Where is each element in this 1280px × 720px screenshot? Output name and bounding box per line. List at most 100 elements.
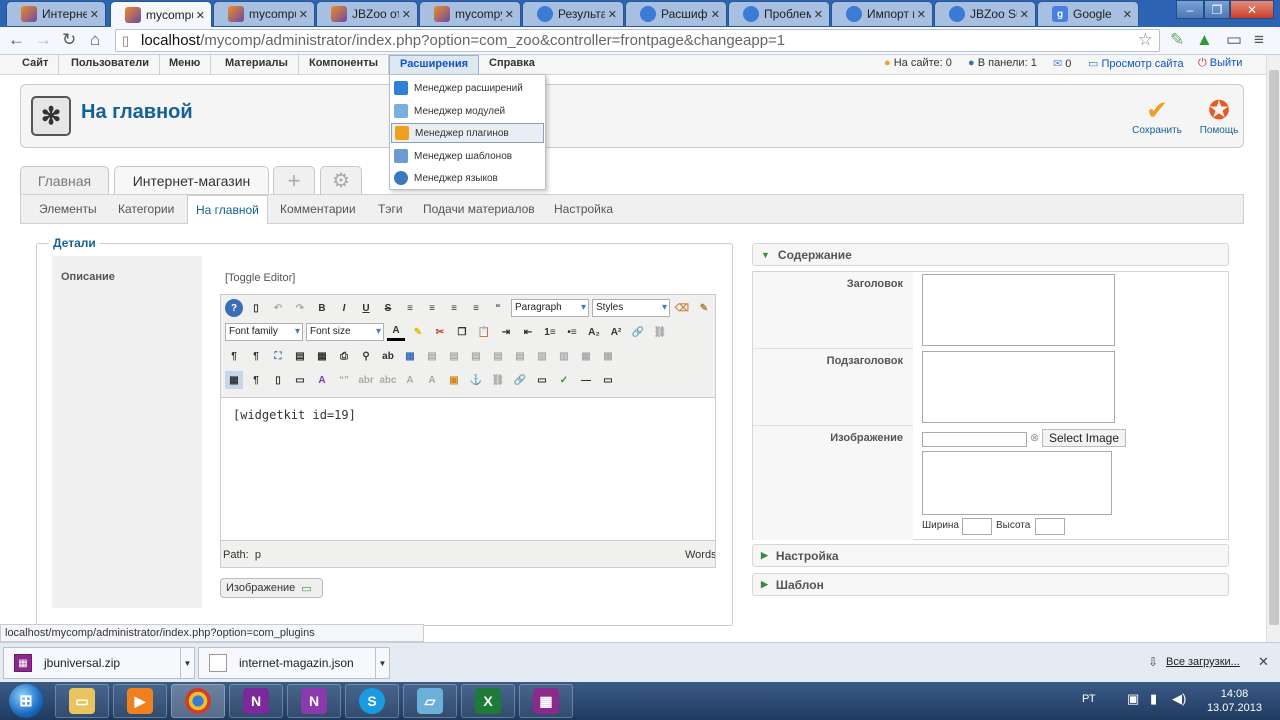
show-blocks-icon[interactable]: ¶ (247, 371, 265, 389)
link-icon[interactable]: 🔗 (629, 323, 647, 341)
italic-icon[interactable]: I (335, 299, 353, 317)
close-icon[interactable]: ✕ (814, 8, 823, 21)
tab-internet-shop[interactable]: Интернет-магазин (114, 166, 269, 194)
reader-icon[interactable]: ▭ (1226, 30, 1242, 50)
new-document-icon[interactable]: ▯ (247, 299, 265, 317)
horizontal-rule-icon[interactable]: ― (577, 371, 595, 389)
align-justify-icon[interactable]: ≡ (467, 299, 485, 317)
editor-content-area[interactable]: [widgetkit id=19] (221, 397, 715, 541)
extension-pen-icon[interactable]: ✎ (1170, 30, 1184, 50)
highlight-color-icon[interactable]: ✎ (409, 323, 427, 341)
minimize-icon[interactable]: – (1176, 0, 1204, 19)
image-path-input[interactable] (922, 432, 1027, 447)
menu-users[interactable]: Пользователи (61, 55, 161, 75)
image-button[interactable]: Изображение ▭ (220, 578, 323, 598)
download-item[interactable]: ▦ jbuniversal.zip ▼ (3, 647, 195, 679)
close-icon[interactable]: ✕ (90, 8, 99, 21)
volume-icon[interactable]: ◀) (1172, 691, 1186, 707)
menu-help[interactable]: Справка (479, 55, 545, 75)
media-icon[interactable]: ▭ (599, 371, 617, 389)
menu-extensions[interactable]: Расширения (389, 55, 480, 75)
google-drive-icon[interactable]: ▲ (1196, 30, 1213, 50)
redo-icon[interactable]: ↷ (291, 299, 309, 317)
close-icon[interactable]: ✕ (711, 8, 720, 21)
content-section-header[interactable]: ▼ Содержание (752, 243, 1229, 266)
taskbar-app[interactable]: ▭ (55, 684, 109, 718)
indent-icon[interactable]: ⇥ (497, 323, 515, 341)
unlink2-icon[interactable]: ⛓ (489, 371, 507, 389)
window-close-icon[interactable]: ✕ (1230, 0, 1274, 19)
home-icon[interactable]: ⌂ (90, 30, 100, 50)
eraser-icon[interactable]: ⌫ (673, 299, 691, 317)
close-icon[interactable]: ✕ (917, 8, 926, 21)
logout-link[interactable]: ⏻ Выйти (1198, 57, 1242, 70)
visual-aid-icon[interactable]: ▦ (225, 371, 243, 389)
dropdown-item-language-manager[interactable]: Менеджер языков (391, 168, 544, 188)
copy-icon[interactable]: ❐ (453, 323, 471, 341)
view-site-link[interactable]: ▭ Просмотр сайта (1088, 57, 1184, 70)
browser-tab[interactable]: JBZoo Sup✕ (934, 1, 1036, 27)
subnav-comments[interactable]: Комментарии (280, 195, 356, 224)
help-icon[interactable]: ? (225, 299, 243, 317)
chevron-down-icon[interactable]: ▼ (375, 648, 389, 678)
text-color-icon[interactable]: A (387, 323, 405, 341)
insert-row-after-icon[interactable]: ▤ (489, 347, 507, 365)
subscript-icon[interactable]: A₂ (585, 323, 603, 341)
browser-tab[interactable]: mycompy ✕ (419, 1, 521, 27)
insert-date-icon[interactable]: ▦ (313, 347, 331, 365)
numbered-list-icon[interactable]: 1≡ (541, 323, 559, 341)
subnav-elements[interactable]: Элементы (39, 195, 97, 224)
taskbar-app-active[interactable] (171, 684, 225, 718)
dropdown-item-extension-manager[interactable]: Менеджер расширений (391, 78, 544, 98)
settings-section-header[interactable]: ▶ Настройка (752, 544, 1229, 567)
bookmark-star-icon[interactable]: ☆ (1138, 29, 1153, 50)
taskbar-app[interactable]: ▶ (113, 684, 167, 718)
clear-icon[interactable]: ⊗ (1030, 431, 1039, 444)
browser-tab[interactable]: JBZoo от J✕ (316, 1, 418, 27)
subnav-settings[interactable]: Настройка (554, 195, 613, 224)
paste-icon[interactable]: 📋 (475, 323, 493, 341)
blockquote-icon[interactable]: “ (489, 299, 507, 317)
subnav-categories[interactable]: Категории (118, 195, 174, 224)
align-left-icon[interactable]: ≡ (401, 299, 419, 317)
menu-icon[interactable]: ≡ (1254, 30, 1264, 50)
add-app-icon[interactable]: + (273, 166, 315, 194)
tab-home[interactable]: Главная (20, 166, 109, 194)
format-select[interactable]: Paragraph (511, 299, 589, 317)
start-button[interactable]: ⊞ (4, 682, 48, 720)
taskbar-app[interactable]: N (287, 684, 341, 718)
row-props-icon[interactable]: ▤ (423, 347, 441, 365)
styles-select[interactable]: Styles (592, 299, 670, 317)
anchor-icon[interactable]: ⚓ (467, 371, 485, 389)
bullet-list-icon[interactable]: •≡ (563, 323, 581, 341)
save-button[interactable]: ✔ Сохранить (1127, 95, 1187, 136)
close-icon[interactable]: ✕ (402, 8, 411, 21)
find-icon[interactable]: ⚲ (357, 347, 375, 365)
close-icon[interactable]: ✕ (1123, 8, 1132, 21)
dropdown-item-plugin-manager[interactable]: Менеджер плагинов (391, 123, 544, 143)
template-icon[interactable]: ▤ (291, 347, 309, 365)
unlink-icon[interactable]: ⛓ (651, 323, 669, 341)
taskbar-app[interactable]: ▦ (519, 684, 573, 718)
browser-tab-active[interactable]: mycompu✕ (110, 1, 212, 28)
cite-icon[interactable]: “” (335, 371, 353, 389)
merge-cells-icon[interactable]: ▦ (599, 347, 617, 365)
tray-app-icon[interactable]: ▣ (1127, 691, 1139, 707)
gear-icon[interactable]: ⚙ (320, 166, 362, 194)
delete-col-icon[interactable]: ▥ (555, 347, 573, 365)
font-size-select[interactable]: Font size (306, 323, 384, 341)
link2-icon[interactable]: 🔗 (511, 371, 529, 389)
insert-layer-icon[interactable]: ▯ (269, 371, 287, 389)
undo-icon[interactable]: ↶ (269, 299, 287, 317)
strikethrough-icon[interactable]: S (379, 299, 397, 317)
browser-tab[interactable]: Расшифр✕ (625, 1, 727, 27)
forward-icon[interactable]: → (35, 30, 52, 50)
back-icon[interactable]: ← (8, 30, 25, 50)
del-icon[interactable]: A (401, 371, 419, 389)
fullscreen-icon[interactable]: ⛶ (269, 347, 287, 365)
select-image-button[interactable]: Select Image (1042, 429, 1126, 447)
abbr-icon[interactable]: abr (357, 371, 375, 389)
menu-content[interactable]: Материалы (215, 55, 299, 75)
messages-counter[interactable]: ✉ 0 (1053, 57, 1071, 70)
toggle-editor-link[interactable]: [Toggle Editor] (225, 272, 295, 284)
